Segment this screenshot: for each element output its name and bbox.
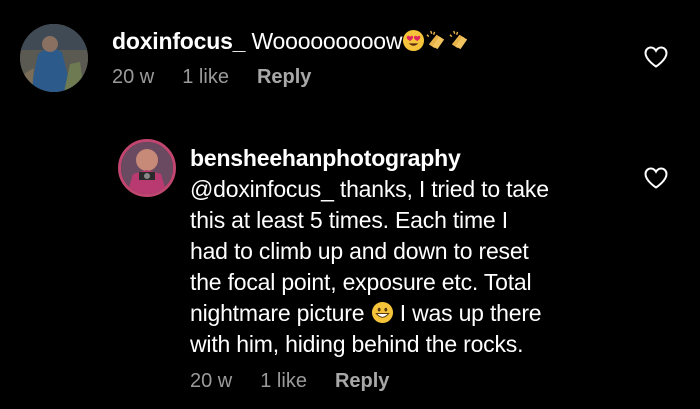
avatar[interactable] [118,139,176,197]
comment-meta: 20 w 1 like Reply [112,66,339,89]
heart-outline-icon[interactable] [643,166,669,190]
comment-body-segment: nightmare picture [190,300,365,326]
comment-body-line: with him, hiding behind the rocks. [190,331,524,357]
avatar-image [121,142,173,194]
comment-likes[interactable]: 1 like [260,370,307,393]
comment-body: Wooooooooow [251,28,403,54]
comment-age: 20 w [112,66,155,88]
comment-body-segment: I was up there [393,300,542,326]
comment-body-line: @doxinfocus_ thanks, I tried to take [190,176,549,202]
comment-text: doxinfocus_ Wooooooooow [112,26,632,57]
comment-age: 20 w [190,370,233,392]
heart-outline-icon[interactable] [643,45,669,69]
comment-body-line: had to climb up and down to reset [190,238,529,264]
clap-emoji-icon [425,29,448,52]
reply-button[interactable]: Reply [257,66,311,89]
comment-item: doxinfocus_ Wooooooooow 20 w 1 like Repl… [0,0,700,110]
comment-meta: 20 w 1 like Reply [190,370,417,393]
clap-emoji-icon [448,29,471,52]
comment-username[interactable]: doxinfocus_ [112,28,245,54]
heart-eyes-emoji-icon [402,29,425,52]
reply-button[interactable]: Reply [335,370,389,393]
comment-username[interactable]: bensheehanphotography [190,143,630,174]
comment-body-line: nightmare picture I was up there [190,298,630,329]
comment-body-line: this at least 5 times. Each time I [190,207,508,233]
comment-text: bensheehanphotography @doxinfocus_ thank… [190,143,630,360]
comment-body-line: the focal point, exposure etc. Total [190,269,532,295]
avatar-image [20,24,88,92]
grinning-face-emoji-icon [371,301,394,324]
avatar[interactable] [20,24,88,92]
comment-likes[interactable]: 1 like [182,66,229,89]
